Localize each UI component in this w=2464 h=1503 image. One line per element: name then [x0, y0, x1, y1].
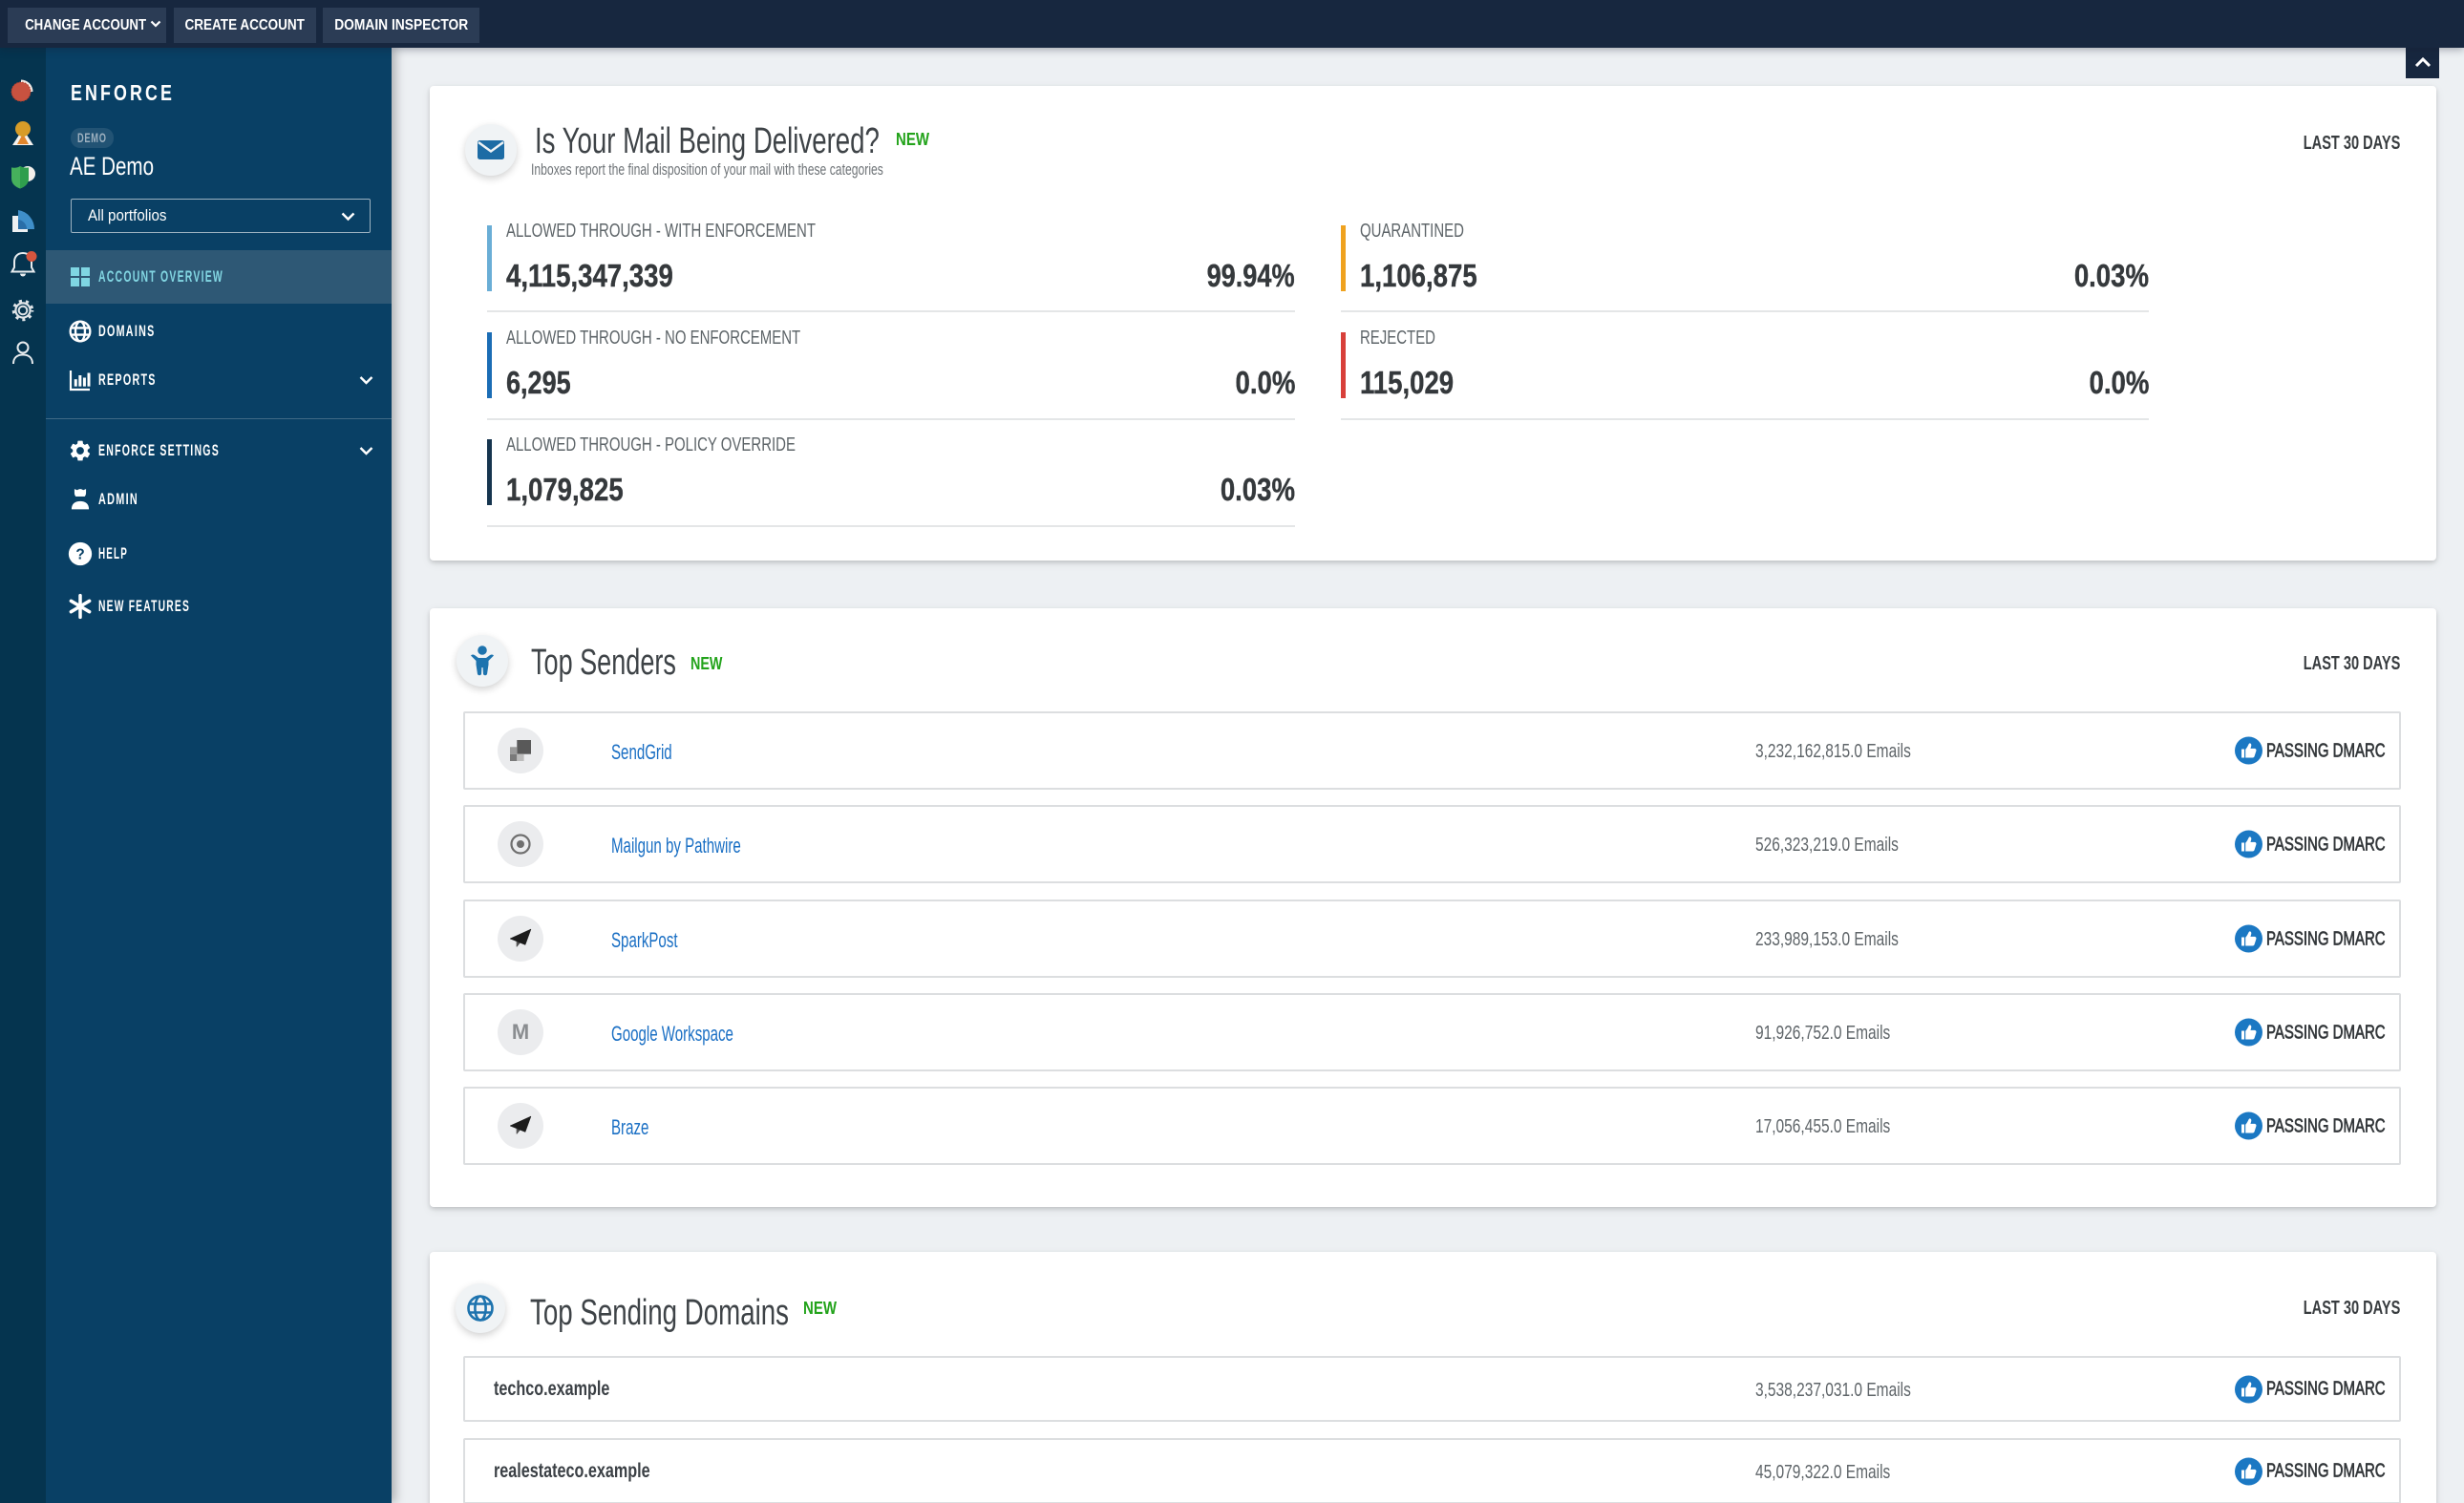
svg-text:?: ?	[75, 546, 84, 562]
